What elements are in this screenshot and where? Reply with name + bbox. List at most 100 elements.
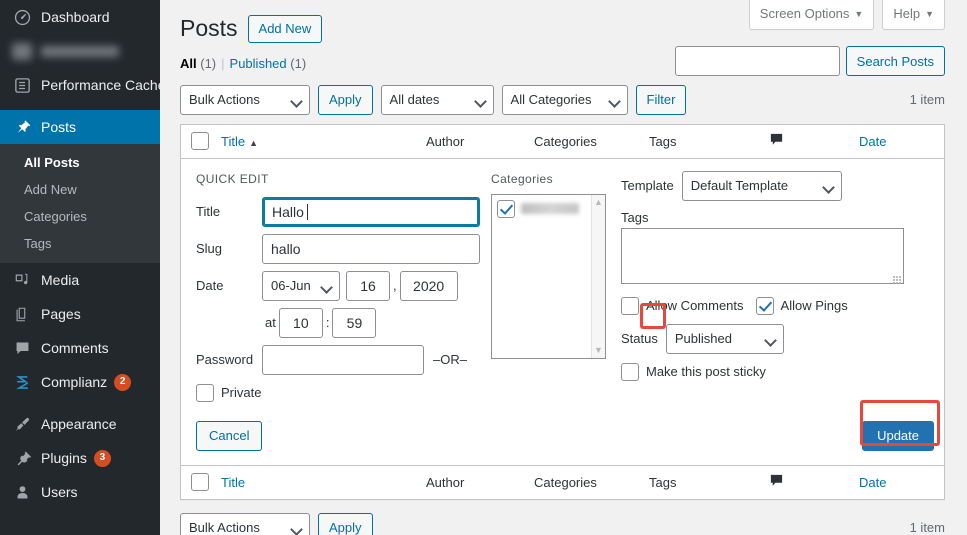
column-footer-date-link[interactable]: Date	[859, 475, 886, 490]
category-filter-select-wrap: All Categories	[502, 85, 628, 115]
scroll-down-icon[interactable]: ▼	[594, 346, 603, 355]
sort-ascending-icon: ▲	[249, 138, 258, 148]
view-published-link[interactable]: Published	[230, 56, 287, 71]
date-filter-select-wrap: All dates	[381, 85, 494, 115]
column-header-title-link[interactable]: Title	[221, 134, 245, 149]
media-icon	[12, 270, 32, 290]
sidebar-item-dashboard[interactable]: Dashboard	[0, 0, 160, 34]
search-input[interactable]	[675, 46, 840, 76]
view-all-link[interactable]: All	[180, 56, 197, 71]
resize-handle-icon[interactable]	[893, 276, 902, 285]
column-header-date[interactable]: Date	[859, 134, 934, 149]
screen-options-button[interactable]: Screen Options▼	[749, 0, 875, 30]
bulk-apply-button[interactable]: Apply	[318, 85, 373, 115]
date-label: Date	[196, 278, 262, 293]
column-header-tags[interactable]: Tags	[649, 134, 769, 149]
column-footer-author[interactable]: Author	[426, 475, 534, 490]
time-hour-input[interactable]: 10	[279, 308, 323, 338]
allow-pings-checkbox[interactable]	[756, 297, 774, 315]
column-footer-title[interactable]: Title	[221, 475, 426, 490]
dashboard-icon	[12, 7, 32, 27]
categories-scrollbar[interactable]: ▲ ▼	[591, 195, 605, 358]
date-year-input[interactable]: 2020	[400, 271, 458, 301]
column-footer-categories[interactable]: Categories	[534, 475, 649, 490]
page-title: Posts	[180, 14, 248, 44]
categories-checklist[interactable]: ▲ ▼	[491, 194, 606, 359]
filter-button[interactable]: Filter	[636, 85, 687, 115]
template-select[interactable]: Default Template	[682, 171, 842, 201]
allow-comments-checkbox[interactable]	[621, 297, 639, 315]
slug-label: Slug	[196, 241, 262, 256]
slug-input[interactable]: hallo	[262, 234, 480, 264]
tablenav-top: Bulk Actions Apply All dates All Categor…	[180, 84, 945, 116]
quick-edit-password-row: Password –OR–	[196, 345, 491, 375]
sidebar-item-label: Plugins	[41, 450, 87, 466]
select-all-checkbox-footer[interactable]	[191, 473, 209, 491]
sidebar-item-appearance[interactable]: Appearance	[0, 407, 160, 441]
sidebar-item-comments[interactable]: Comments	[0, 331, 160, 365]
column-header-title[interactable]: Title ▲	[221, 134, 426, 149]
password-input[interactable]	[262, 345, 424, 375]
sidebar-item-pages[interactable]: Pages	[0, 297, 160, 331]
performance-cache-icon	[12, 75, 32, 95]
cancel-button[interactable]: Cancel	[196, 421, 262, 451]
column-footer-title-link[interactable]: Title	[221, 475, 245, 490]
quick-edit-categories-column: Categories ▲ ▼	[491, 169, 621, 409]
bulk-actions-select[interactable]: Bulk Actions	[180, 85, 310, 115]
date-month-select[interactable]: 06-Jun	[262, 271, 340, 301]
search-submit-button[interactable]: Search Posts	[846, 46, 945, 76]
column-footer-date[interactable]: Date	[859, 475, 934, 490]
view-all: All (1)	[180, 56, 216, 71]
sidebar-item-complianz[interactable]: Complianz 2	[0, 365, 160, 399]
sidebar-item-label: Users	[41, 484, 78, 500]
template-select-wrap: Default Template	[682, 171, 842, 201]
sidebar-item-plugins[interactable]: Plugins 3	[0, 441, 160, 475]
posts-submenu: All Posts Add New Categories Tags	[0, 144, 160, 263]
category-filter-select[interactable]: All Categories	[502, 85, 628, 115]
title-input[interactable]: Hallo	[262, 197, 480, 227]
quick-edit-sticky-row: Make this post sticky	[621, 363, 934, 381]
column-footer-comments[interactable]	[769, 473, 859, 491]
bulk-apply-button-bottom[interactable]: Apply	[318, 513, 373, 535]
add-new-button[interactable]: Add New	[248, 15, 323, 44]
help-button[interactable]: Help▼	[882, 0, 945, 30]
submenu-item-categories[interactable]: Categories	[0, 203, 160, 230]
comment-bubble-icon	[769, 132, 859, 150]
pages-icon	[12, 304, 32, 324]
tags-textarea[interactable]	[621, 228, 904, 284]
status-select[interactable]: Published	[666, 324, 784, 354]
quick-edit-private-row: Private	[196, 384, 491, 402]
screen-options-label: Screen Options	[760, 6, 850, 21]
category-name-redacted	[521, 203, 579, 214]
sidebar-item-redacted[interactable]	[0, 34, 160, 68]
sidebar-item-media[interactable]: Media	[0, 263, 160, 297]
submenu-item-tags[interactable]: Tags	[0, 230, 160, 257]
sticky-checkbox[interactable]	[621, 363, 639, 381]
bulk-actions-select-bottom[interactable]: Bulk Actions	[180, 513, 310, 535]
tags-field-wrap	[621, 228, 904, 287]
sidebar-item-posts[interactable]: Posts	[0, 110, 160, 144]
select-all-checkbox[interactable]	[191, 132, 209, 150]
column-header-date-link[interactable]: Date	[859, 134, 886, 149]
submenu-item-all-posts[interactable]: All Posts	[0, 149, 160, 176]
sidebar-item-users[interactable]: Users	[0, 475, 160, 509]
tags-label: Tags	[621, 210, 648, 225]
time-minute-input[interactable]: 59	[332, 308, 376, 338]
quick-edit-template-row: Template Default Template	[621, 171, 934, 201]
category-checkbox[interactable]	[497, 200, 515, 218]
date-day-input[interactable]: 16	[346, 271, 390, 301]
private-checkbox[interactable]	[196, 384, 214, 402]
date-filter-select[interactable]: All dates	[381, 85, 494, 115]
tablenav-bottom: Bulk Actions Apply 1 item	[180, 512, 945, 535]
column-header-categories[interactable]: Categories	[534, 134, 649, 149]
update-button[interactable]: Update	[862, 421, 934, 451]
sidebar-item-performance-cache[interactable]: Performance Cache	[0, 68, 160, 102]
column-header-comments[interactable]	[769, 132, 859, 150]
column-footer-tags[interactable]: Tags	[649, 475, 769, 490]
bulk-actions-select-wrap-bottom: Bulk Actions	[180, 513, 310, 535]
main-content: Screen Options▼ Help▼ Posts Add New All …	[160, 0, 967, 535]
submenu-item-add-new[interactable]: Add New	[0, 176, 160, 203]
column-header-author[interactable]: Author	[426, 134, 534, 149]
scroll-up-icon[interactable]: ▲	[594, 198, 603, 207]
category-item[interactable]	[492, 195, 605, 218]
